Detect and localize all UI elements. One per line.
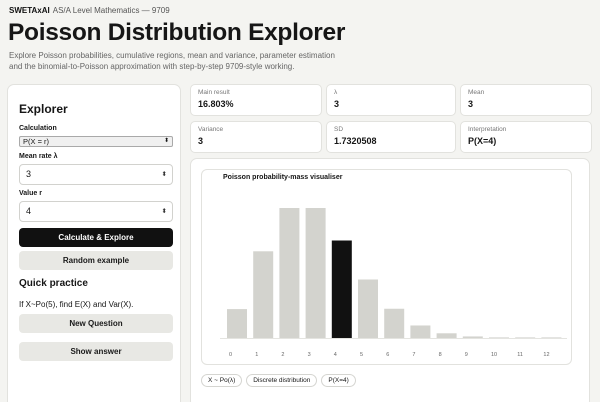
result-card-sd: SD 1.7320508: [326, 121, 456, 153]
x-tick-label: 5: [360, 352, 363, 358]
pmf-bar-9: [462, 336, 483, 338]
r-label: Value r: [19, 190, 42, 197]
lambda-value: 3: [26, 169, 32, 179]
pmf-bar-8: [436, 333, 457, 338]
x-tick-label: 12: [543, 352, 549, 358]
chart-card: Poisson probability-mass visualiser 0123…: [190, 158, 590, 402]
x-tick-label: 7: [412, 352, 415, 358]
interpretation-key: Interpretation: [468, 126, 507, 133]
lambda-label: Mean rate λ: [19, 153, 58, 160]
mean-value: 3: [468, 99, 474, 109]
x-tick-label: 6: [386, 352, 389, 358]
page-description: Explore Poisson probabilities, cumulativ…: [9, 51, 335, 71]
result-card-main: Main result 16.803%: [190, 84, 322, 116]
result-card-variance: Variance 3: [190, 121, 322, 153]
pmf-bar-11: [515, 337, 536, 338]
x-tick-label: 11: [517, 352, 523, 358]
mean-key: Mean: [468, 89, 485, 96]
variance-key: Variance: [198, 126, 224, 133]
brand: SWETAxAI AS/A Level Mathematics — 9709: [9, 6, 170, 15]
lambda-key: λ: [334, 89, 338, 96]
tag-chip: P(X=4): [321, 374, 356, 387]
x-tick-label: 0: [229, 352, 232, 358]
calculation-value: P(X = r): [23, 137, 50, 146]
chart-canvas: Poisson probability-mass visualiser 0123…: [201, 169, 572, 365]
r-value: 4: [26, 206, 32, 216]
pmf-bar-12: [541, 337, 562, 338]
new-question-button[interactable]: New Question: [19, 314, 173, 333]
x-tick-label: 2: [281, 352, 284, 358]
pmf-bar-2: [279, 208, 300, 338]
tag-chip: X ~ Po(λ): [201, 374, 243, 387]
explorer-panel: Explorer Calculation P(X = r) ⬍ Mean rat…: [7, 84, 181, 402]
r-input[interactable]: 4 ⬍: [19, 201, 173, 222]
lambda-input[interactable]: 3 ⬍: [19, 164, 173, 185]
lambda-result-value: 3: [334, 99, 340, 109]
explorer-title: Explorer: [19, 102, 68, 116]
x-tick-label: 3: [308, 352, 311, 358]
pmf-bar-3: [305, 208, 326, 338]
calculate-button[interactable]: Calculate & Explore: [19, 228, 173, 247]
x-tick-label: 1: [255, 352, 258, 358]
pmf-bar-6: [384, 308, 405, 338]
pmf-bar-0: [227, 309, 247, 338]
main-result-key: Main result: [198, 89, 230, 96]
pmf-bar-4: [331, 240, 352, 338]
variance-value: 3: [198, 136, 204, 146]
calculation-label: Calculation: [19, 125, 57, 132]
pmf-bar-5: [358, 279, 378, 338]
x-tick-label: 9: [465, 352, 468, 358]
pmf-bar-1: [253, 251, 274, 338]
result-card-lambda: λ 3: [326, 84, 456, 116]
sd-key: SD: [334, 126, 344, 133]
stepper-icon[interactable]: ⬍: [162, 202, 167, 221]
random-example-button[interactable]: Random example: [19, 251, 173, 270]
practice-question: If X~Po(5), find E(X) and Var(X).: [19, 300, 134, 309]
chevron-updown-icon: ⬍: [163, 138, 169, 144]
show-answer-button[interactable]: Show answer: [19, 342, 173, 361]
x-tick-label: 4: [334, 352, 337, 358]
quick-practice-title: Quick practice: [19, 278, 88, 289]
interpretation-value: P(X=4): [468, 136, 497, 146]
brand-subtitle: AS/A Level Mathematics — 9709: [52, 6, 170, 15]
brand-name: SWETAxAI: [9, 6, 50, 15]
pmf-bar-7: [410, 325, 431, 338]
page-title: Poisson Distribution Explorer: [8, 19, 346, 46]
tag-row: X ~ Po(λ) Discrete distribution P(X=4): [201, 374, 360, 392]
result-card-mean: Mean 3: [460, 84, 592, 116]
x-tick-label: 10: [491, 352, 497, 358]
stepper-icon[interactable]: ⬍: [162, 165, 167, 184]
calculation-select[interactable]: P(X = r) ⬍: [19, 136, 173, 147]
x-tick-label: 8: [439, 352, 442, 358]
result-card-interpretation: Interpretation P(X=4): [460, 121, 592, 153]
tag-chip: Discrete distribution: [246, 374, 318, 387]
pmf-bar-10: [489, 337, 509, 338]
pmf-chart: 0 1 2 3 4 5 6 7 8 9 10 11 12: [220, 208, 567, 358]
main-result-value: 16.803%: [198, 99, 234, 109]
sd-value: 1.7320508: [334, 136, 377, 146]
